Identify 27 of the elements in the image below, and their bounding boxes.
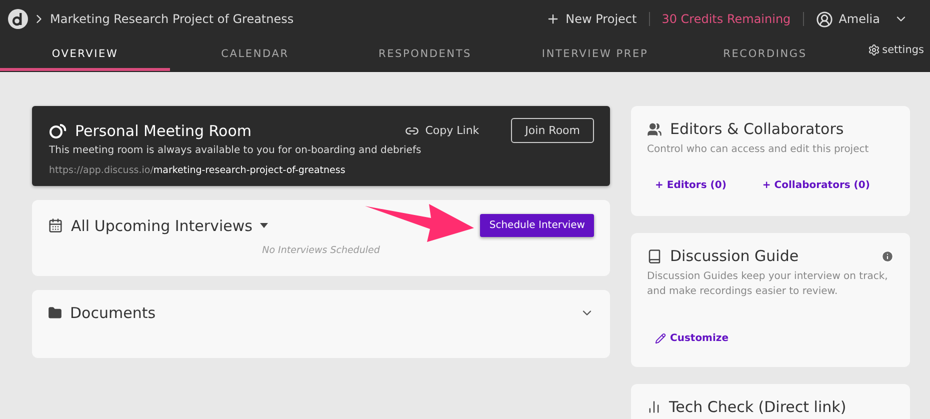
editors-description: Control who can access and edit this project bbox=[647, 143, 870, 157]
project-title: Marketing Research Project of Greatness bbox=[50, 12, 294, 26]
nav-tab[interactable]: CALENDAR bbox=[170, 38, 340, 71]
new-project-button[interactable]: New Project bbox=[534, 12, 649, 26]
meeting-room-url[interactable]: https://app.discuss.io/marketing-research-project-of-greatness bbox=[49, 165, 594, 176]
settings-button[interactable]: settings bbox=[868, 38, 930, 71]
schedule-interview-button[interactable]: Schedule Interview bbox=[480, 214, 594, 237]
documents-title: Documents bbox=[70, 304, 156, 322]
credits-remaining: 30 Credits Remaining bbox=[648, 12, 804, 26]
discussion-guide-title: Discussion Guide bbox=[670, 247, 799, 265]
nav-tab[interactable]: RECORDINGS bbox=[680, 38, 850, 71]
meeting-room-description: This meeting room is always available to you for on-boarding and debriefs bbox=[49, 145, 422, 156]
meeting-room-title: Personal Meeting Room bbox=[75, 122, 252, 140]
nav-tab[interactable]: INTERVIEW PREP bbox=[510, 38, 680, 71]
add-people-link[interactable]: + Collaborators (0) bbox=[762, 180, 870, 190]
user-menu[interactable]: Amelia bbox=[804, 10, 920, 28]
customize-link[interactable]: Customize bbox=[655, 333, 729, 344]
nav-tab[interactable]: RESPONDENTS bbox=[340, 38, 510, 71]
join-room-button[interactable]: Join Room bbox=[511, 118, 594, 143]
discussion-guide-description: Discussion Guides keep your interview on track, and make recordings easier to review. bbox=[647, 270, 889, 298]
interviews-title[interactable]: All Upcoming Interviews bbox=[71, 216, 252, 234]
editors-title: Editors & Collaborators bbox=[670, 120, 844, 138]
add-people-link[interactable]: + Editors (0) bbox=[655, 180, 726, 190]
copy-link-button[interactable]: Copy Link bbox=[399, 122, 486, 138]
tech-check-title: Tech Check (Direct link) bbox=[669, 398, 846, 416]
nav-tab[interactable]: OVERVIEW bbox=[0, 38, 170, 71]
empty-message: No Interviews Scheduled bbox=[261, 245, 381, 256]
